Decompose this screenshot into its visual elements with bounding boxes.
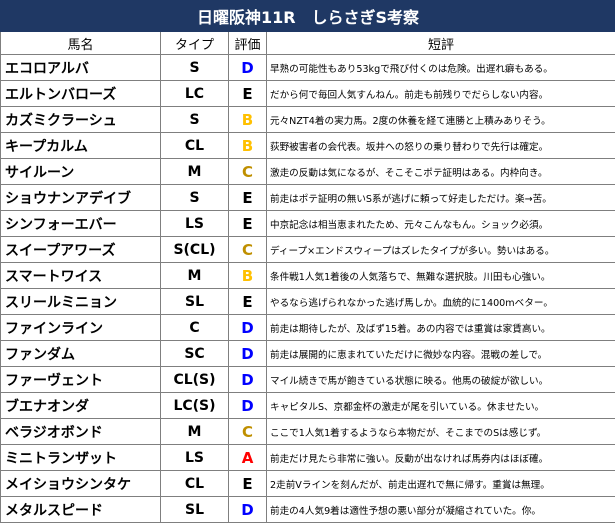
horse-type: M <box>161 159 229 185</box>
horse-grade: E <box>229 471 267 497</box>
horse-type: CL <box>161 471 229 497</box>
horse-grade: E <box>229 211 267 237</box>
horse-type: SC <box>161 341 229 367</box>
horse-grade: D <box>229 341 267 367</box>
table-row: シンフォーエバーLSE中京記念は相当恵まれたため、元々こんなもん。ショック必須。 <box>1 211 615 237</box>
horse-type: LC(S) <box>161 393 229 419</box>
horse-type: C <box>161 315 229 341</box>
horse-name: ファインライン <box>1 315 161 341</box>
header-comment: 短評 <box>267 32 615 55</box>
horse-grade: C <box>229 159 267 185</box>
horse-grade: D <box>229 55 267 81</box>
table-body: エコロアルバSD早熟の可能性もあり53kgで飛び付くのは危険。出遅れ癖もある。エ… <box>1 55 615 523</box>
horse-grade: D <box>229 367 267 393</box>
horse-comment: 前走は展開的に恵まれていただけに微妙な内容。混戦の差しで。 <box>267 341 615 367</box>
horse-grade: B <box>229 133 267 159</box>
horse-name: ショウナンアデイブ <box>1 185 161 211</box>
horse-type: CL(S) <box>161 367 229 393</box>
horse-name: メタルスピード <box>1 497 161 523</box>
horse-type: SL <box>161 497 229 523</box>
horse-name: スマートワイス <box>1 263 161 289</box>
horse-grade: D <box>229 315 267 341</box>
horse-type: CL <box>161 133 229 159</box>
horse-grade: D <box>229 393 267 419</box>
horse-grade: C <box>229 237 267 263</box>
horse-comment: 中京記念は相当恵まれたため、元々こんなもん。ショック必須。 <box>267 211 615 237</box>
horse-name: スリールミニョン <box>1 289 161 315</box>
horse-comment: 早熟の可能性もあり53kgで飛び付くのは危険。出遅れ癖もある。 <box>267 55 615 81</box>
horse-comment: 条件戦1人気1着後の人気落ちで、無難な選択肢。川田も心強い。 <box>267 263 615 289</box>
horse-comment: やるなら逃げられなかった逃げ馬しか。血統的に1400mベター。 <box>267 289 615 315</box>
horse-comment: キャピタルS、京都金杯の激走が尾を引いている。休ませたい。 <box>267 393 615 419</box>
horse-type: S <box>161 107 229 133</box>
horse-comment: マイル続きで馬が飽きている状態に映る。他馬の破綻が欲しい。 <box>267 367 615 393</box>
horse-type: S <box>161 55 229 81</box>
horse-comment: ここで1人気1着するようなら本物だが、そこまでのSは感じず。 <box>267 419 615 445</box>
table-row: ファインラインCD前走は期待したが、及ばず15着。あの内容では重賞は家賃高い。 <box>1 315 615 341</box>
horse-name: エルトンバローズ <box>1 81 161 107</box>
table-row: ブエナオンダLC(S)DキャピタルS、京都金杯の激走が尾を引いている。休ませたい… <box>1 393 615 419</box>
table-row: メタルスピードSLD前走の4人気9着は適性予想の悪い部分が凝縮されていた。你。 <box>1 497 615 523</box>
horse-grade: D <box>229 497 267 523</box>
table-row: スイープアワーズS(CL)Cディープ×エンドスウィープはズレたタイプが多い。勢い… <box>1 237 615 263</box>
horse-type: S(CL) <box>161 237 229 263</box>
horse-name: メイショウシンタケ <box>1 471 161 497</box>
horse-name: ミニトランザット <box>1 445 161 471</box>
table-row: ショウナンアデイブSE前走はポテ証明の無いS系が逃げに頼って好走しただけ。楽→苦… <box>1 185 615 211</box>
horse-comment: 元々NZT4着の実力馬。2度の休養を経て連勝と上積みありそう。 <box>267 107 615 133</box>
table-row: エコロアルバSD早熟の可能性もあり53kgで飛び付くのは危険。出遅れ癖もある。 <box>1 55 615 81</box>
horse-comment: ディープ×エンドスウィープはズレたタイプが多い。勢いはある。 <box>267 237 615 263</box>
horse-type: LC <box>161 81 229 107</box>
header-grade: 評価 <box>229 32 267 55</box>
table-row: ファーヴェントCL(S)Dマイル続きで馬が飽きている状態に映る。他馬の破綻が欲し… <box>1 367 615 393</box>
horse-name: キープカルム <box>1 133 161 159</box>
horse-type: LS <box>161 211 229 237</box>
horse-name: ブエナオンダ <box>1 393 161 419</box>
horse-comment: 激走の反動は気になるが、そこそこポテ証明はある。内枠向き。 <box>267 159 615 185</box>
horse-name: カズミクラーシュ <box>1 107 161 133</box>
horse-grade: E <box>229 185 267 211</box>
horse-name: サイルーン <box>1 159 161 185</box>
horse-comment: 荻野被害者の会代表。坂井への怒りの乗り替わりで先行は確定。 <box>267 133 615 159</box>
horse-comment: 前走はポテ証明の無いS系が逃げに頼って好走しただけ。楽→苦。 <box>267 185 615 211</box>
horse-grade: E <box>229 289 267 315</box>
horse-grade: E <box>229 81 267 107</box>
analysis-table: 日曜阪神11R しらさぎS考察 馬名 タイプ 評価 短評 エコロアルバSD早熟の… <box>0 0 615 523</box>
horse-name: ファーヴェント <box>1 367 161 393</box>
table-row: メイショウシンタケCLE2走前Vラインを刻んだが、前走出遅れで無に帰す。重賞は無… <box>1 471 615 497</box>
horse-type: M <box>161 263 229 289</box>
horse-grade: B <box>229 107 267 133</box>
horse-grade: A <box>229 445 267 471</box>
horse-grade: C <box>229 419 267 445</box>
horse-comment: 前走だけ見たら非常に強い。反動が出なければ馬券内はほぼ確。 <box>267 445 615 471</box>
horse-comment: 2走前Vラインを刻んだが、前走出遅れで無に帰す。重賞は無理。 <box>267 471 615 497</box>
horse-type: S <box>161 185 229 211</box>
table-title: 日曜阪神11R しらさぎS考察 <box>1 1 615 32</box>
horse-type: M <box>161 419 229 445</box>
table-row: カズミクラーシュSB元々NZT4着の実力馬。2度の休養を経て連勝と上積みありそう… <box>1 107 615 133</box>
horse-name: ベラジオボンド <box>1 419 161 445</box>
table-row: ベラジオボンドMCここで1人気1着するようなら本物だが、そこまでのSは感じず。 <box>1 419 615 445</box>
horse-name: エコロアルバ <box>1 55 161 81</box>
horse-comment: 前走は期待したが、及ばず15着。あの内容では重賞は家賃高い。 <box>267 315 615 341</box>
horse-name: ファンダム <box>1 341 161 367</box>
horse-comment: だから何で毎回人気すんねん。前走も前残りでだらしない内容。 <box>267 81 615 107</box>
table-row: ファンダムSCD前走は展開的に恵まれていただけに微妙な内容。混戦の差しで。 <box>1 341 615 367</box>
horse-name: シンフォーエバー <box>1 211 161 237</box>
table-row: スリールミニョンSLEやるなら逃げられなかった逃げ馬しか。血統的に1400mベタ… <box>1 289 615 315</box>
header-name: 馬名 <box>1 32 161 55</box>
horse-comment: 前走の4人気9着は適性予想の悪い部分が凝縮されていた。你。 <box>267 497 615 523</box>
horse-type: SL <box>161 289 229 315</box>
table-row: ミニトランザットLSA前走だけ見たら非常に強い。反動が出なければ馬券内はほぼ確。 <box>1 445 615 471</box>
horse-name: スイープアワーズ <box>1 237 161 263</box>
horse-type: LS <box>161 445 229 471</box>
table-row: スマートワイスMB条件戦1人気1着後の人気落ちで、無難な選択肢。川田も心強い。 <box>1 263 615 289</box>
table-row: サイルーンMC激走の反動は気になるが、そこそこポテ証明はある。内枠向き。 <box>1 159 615 185</box>
header-type: タイプ <box>161 32 229 55</box>
table-row: キープカルムCLB荻野被害者の会代表。坂井への怒りの乗り替わりで先行は確定。 <box>1 133 615 159</box>
horse-grade: B <box>229 263 267 289</box>
table-row: エルトンバローズLCEだから何で毎回人気すんねん。前走も前残りでだらしない内容。 <box>1 81 615 107</box>
